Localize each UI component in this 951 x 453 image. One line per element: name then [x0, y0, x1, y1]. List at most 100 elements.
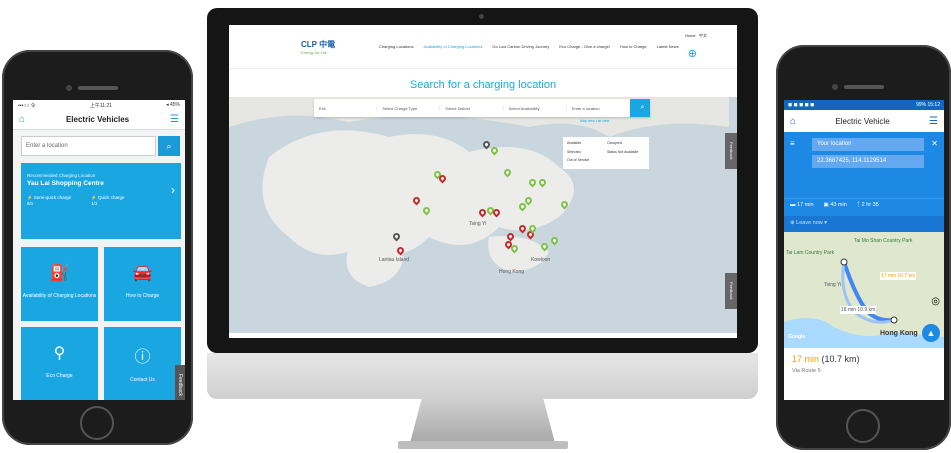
tile-label: How to Charge	[125, 293, 160, 299]
charger-icon: ⛽	[49, 265, 70, 282]
mode-transit[interactable]: ▣ 43 min	[824, 202, 847, 213]
tile-label: Eco Charge	[46, 373, 73, 379]
tile-eco-charge[interactable]: ⚲ Eco Charge	[21, 327, 98, 400]
close-icon[interactable]: ✕	[931, 139, 938, 148]
search-icon: ⌕	[640, 104, 645, 111]
menu-icon[interactable]: ☰	[170, 114, 179, 125]
filter-charge-type[interactable]: Select Charge Type	[377, 105, 441, 111]
route-badge: 17 min 10.7 km	[880, 272, 917, 280]
nav-latest-news[interactable]: Latest News	[657, 44, 679, 49]
search-filters: Exit Select Charge Type Select District …	[314, 99, 651, 117]
nav-charging-locations[interactable]: Charging Locations	[379, 44, 413, 49]
legend-selected: Selected	[567, 149, 581, 154]
app-title: Electric Vehicle	[835, 116, 890, 126]
desktop-monitor: CLP 中電 Energy for Life Charging Locations…	[207, 8, 758, 353]
nav-go-low-carbon[interactable]: Go Low Carbon Driving Journey	[492, 44, 549, 49]
tile-contact-us[interactable]: ⓘ Contact Us	[104, 327, 181, 400]
menu-icon[interactable]: ≡	[790, 139, 795, 148]
menu-icon[interactable]: ☰	[929, 116, 938, 127]
plug-icon: ⚡	[27, 195, 33, 200]
recommended-location-card[interactable]: Recommended Charging Location Yau Lai Sh…	[21, 163, 181, 239]
map-label: Tai Lam Country Park	[786, 250, 835, 256]
home-icon[interactable]: ⌂	[790, 116, 796, 127]
monitor-stand	[410, 399, 555, 443]
tile-availability[interactable]: ⛽ Availability of Charging Locations	[21, 247, 98, 321]
location-pin-icon: ⚲	[53, 345, 66, 362]
website-screen: CLP 中電 Energy for Life Charging Locations…	[229, 25, 737, 338]
home-button[interactable]	[846, 409, 880, 443]
search-icon[interactable]: ⊕	[688, 47, 697, 60]
menu-grid: ⛽ Availability of Charging Locations 🚘 How…	[13, 239, 185, 400]
route-badge: 18 min 10.9 km	[840, 306, 877, 314]
home-icon[interactable]: ⌂	[19, 114, 25, 125]
home-link[interactable]: Home	[685, 33, 696, 38]
filter-location[interactable]: Enter a location	[567, 105, 631, 111]
car-icon: ▬	[790, 202, 796, 208]
quick-charge: ⚡ Quick charge 1/1	[91, 195, 124, 206]
map-label: Kowloon	[531, 257, 551, 263]
route-panel: ≡ Your location 22.3687425, 114.1129514 …	[784, 132, 944, 198]
nav-availability[interactable]: Availability of Charging Locations	[423, 44, 482, 49]
feedback-tab[interactable]: Feedback	[725, 133, 737, 169]
legend-status-na: Status Not Available	[607, 149, 639, 154]
phone-camera	[66, 85, 72, 91]
map-label: Lantau Island	[379, 257, 410, 263]
my-location-icon[interactable]: ◎	[931, 296, 940, 307]
filter-availability[interactable]: Select Availability	[504, 105, 567, 111]
semi-quick-charge: ⚡ Semi-quick charge 8/1	[27, 195, 71, 206]
left-phone: •••○○ 令 上午11:21 ◂ 45% ⌂ Electric Vehicle…	[2, 50, 193, 445]
transit-time: 43 min	[830, 202, 847, 208]
lang-switch: Home 中文	[685, 33, 707, 39]
status-time: 15:12	[927, 102, 940, 108]
app-title: Electric Vehicles	[65, 115, 130, 124]
semi-quick-count: 8/1	[27, 201, 34, 206]
navigate-icon[interactable]: ▲	[922, 324, 940, 342]
plug-icon: ⚡	[91, 195, 97, 200]
logo-text: CLP 中電	[301, 39, 336, 49]
chinese-link[interactable]: 中文	[699, 33, 707, 38]
tile-how-to-charge[interactable]: 🚘 How to Charge	[104, 247, 181, 321]
filter-exit[interactable]: Exit	[314, 105, 378, 111]
route-summary: 17 min (10.7 km) Via Route 5	[784, 348, 944, 380]
destination-field[interactable]: 22.3687425, 114.1129514	[812, 155, 924, 168]
battery: ◂ 45%	[166, 102, 180, 108]
clp-logo[interactable]: CLP 中電 Energy for Life	[301, 39, 379, 55]
site-header: CLP 中電 Energy for Life Charging Locations…	[229, 25, 737, 69]
status-bar: ◼ ◼ ◼ ◼ ◼ 99% 15:12	[784, 100, 944, 110]
nav-eco-charge[interactable]: Eco Charge - Give a charge!	[559, 44, 610, 49]
walk-time: 2 hr 35	[861, 202, 879, 208]
phone-speaker	[844, 85, 884, 89]
monitor-chin	[207, 353, 758, 399]
location-input[interactable]: Enter a location	[21, 136, 156, 156]
map-label: Hong Kong	[880, 330, 918, 337]
mode-walk[interactable]: ᛏ 2 hr 35	[857, 202, 879, 213]
mode-drive[interactable]: ▬ 17 min	[790, 202, 814, 213]
phone-speaker	[78, 86, 118, 90]
map-label: Hong Kong	[499, 269, 525, 275]
origin-field[interactable]: Your location	[812, 138, 924, 151]
search-button[interactable]: ⌕	[630, 99, 651, 117]
leave-now-selector[interactable]: ⊕ Leave now ▾	[784, 216, 944, 232]
feedback-tab[interactable]: Feedback	[175, 365, 185, 400]
home-button[interactable]	[80, 406, 114, 440]
nav-how-to-charge[interactable]: How to Charge	[620, 44, 647, 49]
tile-label: Availability of Charging Locations	[22, 293, 97, 299]
monitor-camera	[479, 14, 484, 19]
main-nav: Charging Locations Availability of Charg…	[379, 44, 679, 49]
battery: 99%	[916, 102, 927, 108]
chevron-right-icon: ›	[171, 183, 175, 197]
route-map[interactable]: Tai Lam Country Park Tai Mo Shan Country…	[784, 232, 944, 348]
logo-tagline: Energy for Life	[301, 49, 328, 55]
charging-map[interactable]: Exit Select Charge Type Select District …	[229, 97, 737, 333]
google-logo: Google	[788, 334, 806, 340]
app-bar: ⌂ Electric Vehicle ☰	[784, 110, 944, 132]
bus-icon: ▣	[823, 202, 829, 208]
filter-district[interactable]: Select District	[440, 105, 504, 111]
search-button[interactable]: ⌕	[158, 136, 180, 156]
view-toggle[interactable]: Map view List view	[580, 119, 609, 123]
summary-distance: (10.7 km)	[821, 354, 860, 364]
page-title: Search for a charging location	[409, 79, 557, 91]
travel-modes: ▬ 17 min ▣ 43 min ᛏ 2 hr 35	[784, 198, 944, 216]
feedback-tab[interactable]: Feedback	[725, 273, 737, 309]
map-label: Tsing Yi	[469, 221, 487, 227]
